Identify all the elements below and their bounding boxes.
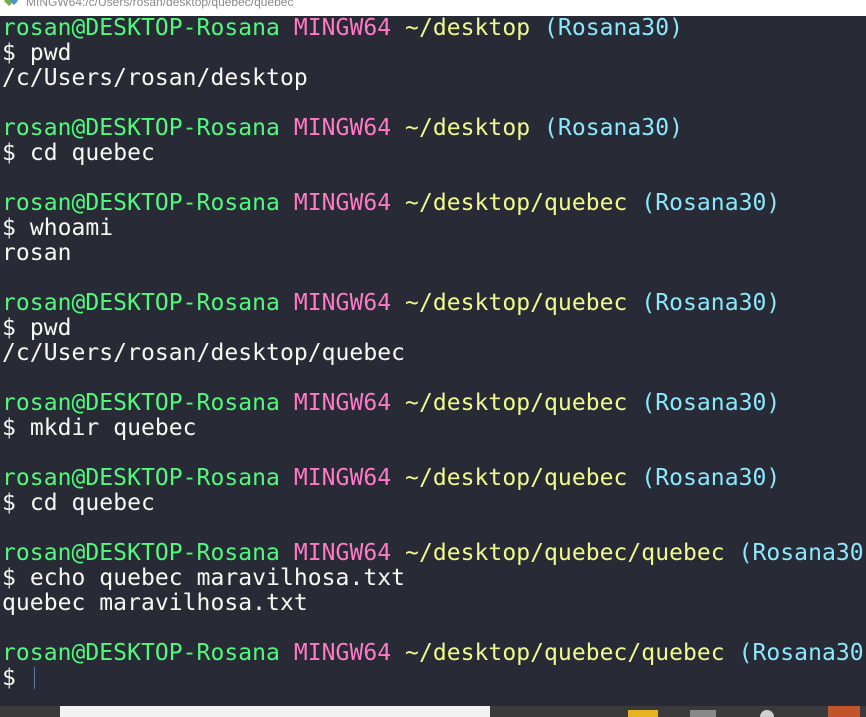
prompt-symbol: $ [2, 490, 16, 516]
prompt-system: MINGW64 [293, 390, 392, 416]
prompt-system: MINGW64 [293, 465, 392, 491]
command-line: $ echo quebec maravilhosa.txt [2, 566, 405, 591]
prompt-symbol: $ [2, 215, 16, 241]
command-line: $ cd quebec [2, 141, 155, 166]
text-cursor [33, 667, 35, 689]
command-line: $ pwd [2, 316, 72, 341]
command-text: mkdir quebec [29, 415, 197, 441]
prompt-branch: (Rosana30) [544, 115, 684, 141]
output-line: quebec maravilhosa.txt [2, 591, 308, 616]
output-text: rosan [2, 240, 72, 266]
prompt-line: rosan@DESKTOP-Rosana MINGW64 ~/desktop/q… [2, 391, 780, 416]
prompt-symbol: $ [2, 565, 16, 591]
taskbar-search-box[interactable] [60, 706, 490, 717]
prompt-system: MINGW64 [293, 290, 392, 316]
prompt-branch: (Rosana30 [738, 640, 864, 666]
prompt-system: MINGW64 [293, 190, 392, 216]
command-line: $ whoami [2, 216, 113, 241]
prompt-user: rosan@DESKTOP-Rosana [2, 540, 280, 566]
prompt-line: rosan@DESKTOP-Rosana MINGW64 ~/desktop/q… [2, 466, 780, 491]
command-text: cd quebec [29, 490, 155, 516]
output-line: /c/Users/rosan/desktop/quebec [2, 341, 405, 366]
output-text: quebec maravilhosa.txt [2, 590, 308, 616]
command-line: $ [2, 666, 35, 691]
output-line: rosan [2, 241, 72, 266]
prompt-path: ~/desktop/quebec [405, 465, 628, 491]
active-app-icon[interactable] [828, 706, 860, 717]
prompt-line: rosan@DESKTOP-Rosana MINGW64 ~/desktop/q… [2, 291, 780, 316]
command-text: pwd [29, 40, 72, 66]
prompt-path: ~/desktop/quebec [405, 290, 628, 316]
prompt-branch: (Rosana30) [641, 290, 781, 316]
prompt-symbol: $ [2, 315, 16, 341]
output-text: /c/Users/rosan/desktop [2, 65, 308, 91]
prompt-path: ~/desktop [405, 115, 531, 141]
prompt-branch: (Rosana30) [544, 16, 684, 41]
output-text: /c/Users/rosan/desktop/quebec [2, 340, 406, 366]
terminal-output[interactable]: rosan@DESKTOP-Rosana MINGW64 ~/desktop (… [0, 16, 866, 706]
prompt-line: rosan@DESKTOP-Rosana MINGW64 ~/desktop (… [2, 116, 683, 141]
prompt-branch: (Rosana30 [738, 540, 864, 566]
prompt-system: MINGW64 [293, 16, 392, 41]
prompt-line: rosan@DESKTOP-Rosana MINGW64 ~/desktop/q… [2, 641, 864, 666]
command-line: $ cd quebec [2, 491, 155, 516]
prompt-user: rosan@DESKTOP-Rosana [2, 115, 280, 141]
command-text: cd quebec [29, 140, 155, 166]
taskbar [0, 706, 866, 717]
prompt-branch: (Rosana30) [641, 465, 781, 491]
git-bash-diamond-icon [2, 0, 20, 8]
prompt-branch: (Rosana30) [641, 390, 781, 416]
command-text: pwd [29, 315, 72, 341]
prompt-path: ~/desktop/quebec/quebec [405, 540, 725, 566]
prompt-user: rosan@DESKTOP-Rosana [2, 190, 280, 216]
prompt-symbol: $ [2, 665, 16, 691]
command-text: echo quebec maravilhosa.txt [29, 565, 406, 591]
command-line: $ mkdir quebec [2, 416, 197, 441]
command-line: $ pwd [2, 41, 72, 66]
prompt-user: rosan@DESKTOP-Rosana [2, 640, 280, 666]
prompt-line: rosan@DESKTOP-Rosana MINGW64 ~/desktop/q… [2, 541, 864, 566]
prompt-user: rosan@DESKTOP-Rosana [2, 465, 280, 491]
window-title: MINGW64:/c/Users/rosan/desktop/quebec/qu… [26, 0, 294, 9]
prompt-path: ~/desktop/quebec [405, 390, 628, 416]
prompt-line: rosan@DESKTOP-Rosana MINGW64 ~/desktop/q… [2, 191, 780, 216]
prompt-user: rosan@DESKTOP-Rosana [2, 390, 280, 416]
prompt-line: rosan@DESKTOP-Rosana MINGW64 ~/desktop (… [2, 16, 683, 41]
prompt-user: rosan@DESKTOP-Rosana [2, 290, 280, 316]
prompt-user: rosan@DESKTOP-Rosana [2, 16, 280, 41]
prompt-system: MINGW64 [293, 640, 392, 666]
prompt-system: MINGW64 [293, 115, 392, 141]
prompt-symbol: $ [2, 40, 16, 66]
window-title-bar[interactable]: MINGW64:/c/Users/rosan/desktop/quebec/qu… [0, 0, 866, 16]
prompt-branch: (Rosana30) [641, 190, 781, 216]
app-icon[interactable] [690, 710, 716, 717]
prompt-symbol: $ [2, 140, 16, 166]
output-line: /c/Users/rosan/desktop [2, 66, 308, 91]
prompt-path: ~/desktop/quebec/quebec [405, 640, 725, 666]
file-explorer-icon[interactable] [628, 710, 658, 717]
command-text: whoami [29, 215, 114, 241]
prompt-system: MINGW64 [293, 540, 392, 566]
prompt-symbol: $ [2, 415, 16, 441]
prompt-path: ~/desktop/quebec [405, 190, 628, 216]
prompt-path: ~/desktop [405, 16, 531, 41]
browser-icon[interactable] [760, 710, 774, 717]
